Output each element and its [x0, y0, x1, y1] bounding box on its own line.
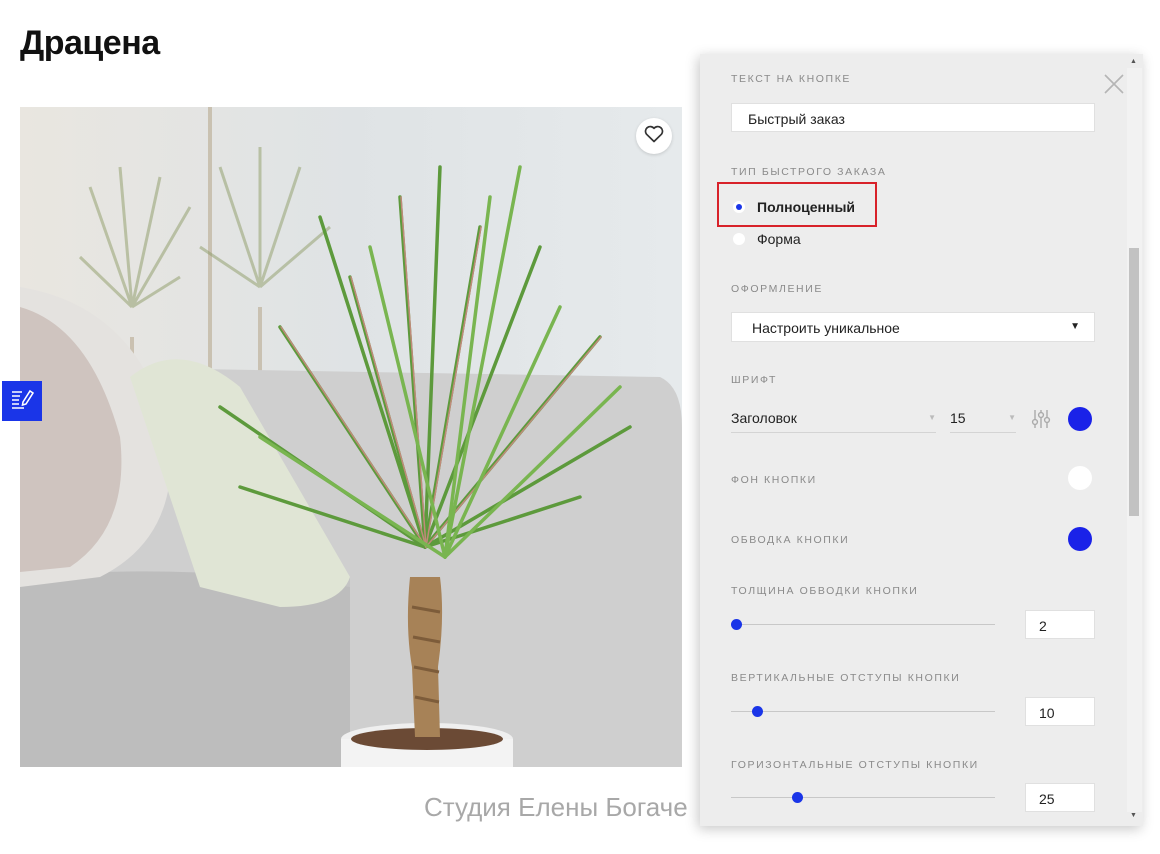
edit-block-button[interactable]: [2, 381, 42, 421]
font-family-select[interactable]: Заголовок ▼: [731, 405, 936, 433]
horizontal-padding-input[interactable]: 25: [1025, 783, 1095, 812]
font-label: Шрифт: [731, 374, 777, 386]
dropdown-caret-icon: ▼: [928, 413, 936, 422]
favorite-button[interactable]: [636, 118, 672, 154]
horizontal-padding-label: Горизонтальные отступы кнопки: [731, 759, 979, 771]
slider-thumb[interactable]: [731, 619, 742, 630]
style-select[interactable]: Настроить уникальное ▼: [731, 312, 1095, 342]
slider-track: [731, 711, 995, 712]
order-type-option-form[interactable]: Форма: [733, 231, 801, 247]
radio-label: Форма: [757, 231, 801, 247]
button-border-swatch[interactable]: [1068, 527, 1092, 551]
radio-selected-icon: [733, 201, 745, 213]
button-settings-panel: Текст на кнопке Быстрый заказ Тип быстро…: [700, 54, 1143, 826]
order-type-label: Тип быстрого заказа: [731, 166, 887, 178]
radio-label: Полноценный: [757, 199, 856, 215]
dropdown-caret-icon: ▼: [1070, 321, 1080, 332]
font-settings-icon: [1030, 410, 1052, 435]
page-title: Драцена: [20, 24, 160, 62]
border-width-input[interactable]: 2: [1025, 610, 1095, 639]
scroll-up-icon[interactable]: ▲: [1130, 58, 1137, 65]
button-bg-swatch[interactable]: [1068, 466, 1092, 490]
font-color-swatch[interactable]: [1068, 407, 1092, 431]
button-text-input[interactable]: Быстрый заказ: [731, 103, 1095, 132]
slider-track: [731, 797, 995, 798]
font-size-select[interactable]: 15 ▼: [950, 405, 1016, 433]
border-width-slider-row: 2: [731, 610, 1095, 640]
vertical-padding-label: Вертикальные отступы кнопки: [731, 672, 961, 684]
panel-scrollbar[interactable]: ▲ ▼: [1126, 54, 1143, 826]
button-border-label: Обводка кнопки: [731, 534, 850, 546]
slider-track: [731, 624, 995, 625]
heart-icon: [644, 125, 664, 148]
order-type-option-full[interactable]: Полноценный: [733, 199, 855, 215]
designer-caption: Студия Елены Богаче: [424, 792, 688, 822]
font-settings-button[interactable]: [1030, 407, 1052, 431]
style-select-value: Настроить уникальное: [752, 320, 900, 336]
border-width-label: Толщина обводки кнопки: [731, 585, 919, 597]
button-text-label: Текст на кнопке: [731, 73, 852, 85]
slider-thumb[interactable]: [752, 706, 763, 717]
font-family-value: Заголовок: [731, 410, 797, 426]
font-controls: Заголовок ▼ 15 ▼: [731, 405, 1141, 435]
scrollbar-thumb[interactable]: [1129, 248, 1139, 516]
dropdown-caret-icon: ▼: [1008, 413, 1016, 422]
slider-thumb[interactable]: [792, 792, 803, 803]
radio-unselected-icon: [733, 233, 745, 245]
close-button[interactable]: [1102, 72, 1126, 96]
product-photo: [20, 107, 682, 767]
vertical-padding-slider-row: 10: [731, 697, 1095, 727]
scroll-down-icon[interactable]: ▼: [1130, 812, 1137, 819]
horizontal-padding-slider-row: 25: [731, 783, 1095, 813]
edit-icon: [10, 388, 35, 415]
font-size-value: 15: [950, 410, 966, 426]
vertical-padding-input[interactable]: 10: [1025, 697, 1095, 726]
close-icon: [1102, 74, 1126, 100]
button-bg-label: Фон кнопки: [731, 474, 817, 486]
style-label: Оформление: [731, 283, 823, 295]
